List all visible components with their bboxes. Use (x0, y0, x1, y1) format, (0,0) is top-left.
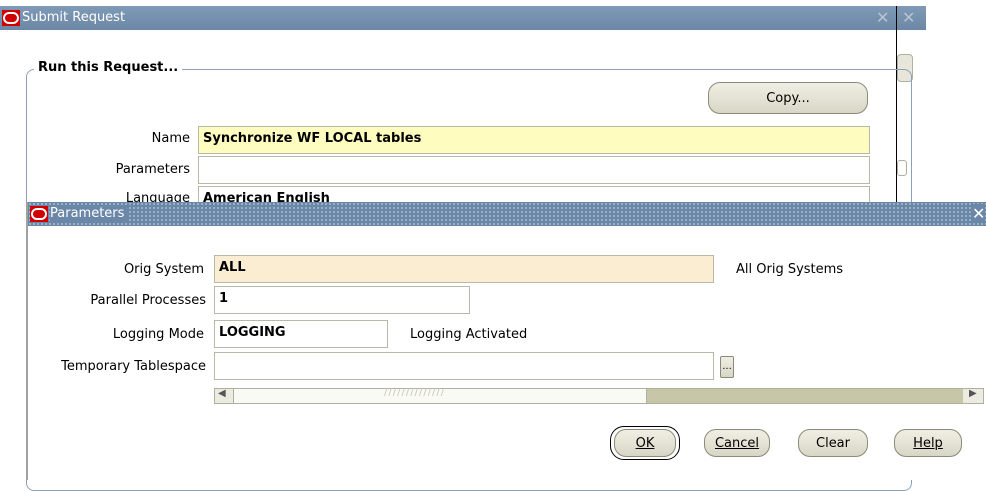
name-field[interactable]: Synchronize WF LOCAL tables (198, 126, 870, 154)
copy-button[interactable]: Copy... (708, 82, 868, 114)
close-icon[interactable]: ✕ (876, 8, 889, 27)
logging-mode-label: Logging Mode (112, 327, 204, 342)
parameters-field[interactable] (198, 156, 870, 184)
window-title: Submit Request (22, 10, 126, 25)
logging-mode-description: Logging Activated (410, 327, 528, 342)
parameters-titlebar[interactable]: Parameters ✕ (28, 202, 986, 226)
cancel-button[interactable]: Cancel (704, 429, 770, 457)
orig-system-label: Orig System (123, 262, 204, 277)
parallel-processes-label: Parallel Processes (90, 293, 206, 308)
logging-mode-field[interactable]: LOGGING (214, 320, 388, 348)
ellipsis-icon[interactable]: ... (720, 356, 734, 378)
name-label: Name (151, 131, 190, 146)
scroll-left-icon[interactable]: ◀ (218, 388, 226, 399)
window-title: Parameters (50, 206, 129, 221)
close-icon[interactable]: ✕ (972, 204, 986, 223)
submit-request-titlebar[interactable]: Submit Request ✕ ✕ (0, 6, 926, 30)
parallel-processes-field[interactable]: 1 (214, 286, 470, 314)
parameters-window: Parameters ✕ Orig System ALL All Orig Sy… (26, 202, 986, 480)
ok-button[interactable]: OK (614, 429, 676, 457)
help-button[interactable]: Help (894, 429, 962, 457)
close-icon[interactable]: ✕ (902, 8, 915, 27)
temporary-tablespace-label: Temporary Tablespace (61, 359, 206, 374)
scrollbar-thumb[interactable]: ////////////// (233, 387, 647, 403)
parameters-label: Parameters (115, 162, 190, 177)
orig-system-description: All Orig Systems (736, 262, 844, 277)
orig-system-field[interactable]: ALL (214, 255, 714, 283)
group-title: Run this Request... (34, 60, 183, 75)
temporary-tablespace-field[interactable] (214, 352, 714, 380)
scroll-right-icon[interactable]: ▶ (969, 388, 977, 399)
horizontal-scrollbar[interactable]: ◀ ////////////// ▶ (214, 387, 984, 404)
oracle-logo-icon (2, 10, 20, 26)
clear-button[interactable]: Clear (798, 429, 868, 457)
oracle-logo-icon (30, 206, 48, 222)
scrollbar-track[interactable] (647, 389, 963, 403)
